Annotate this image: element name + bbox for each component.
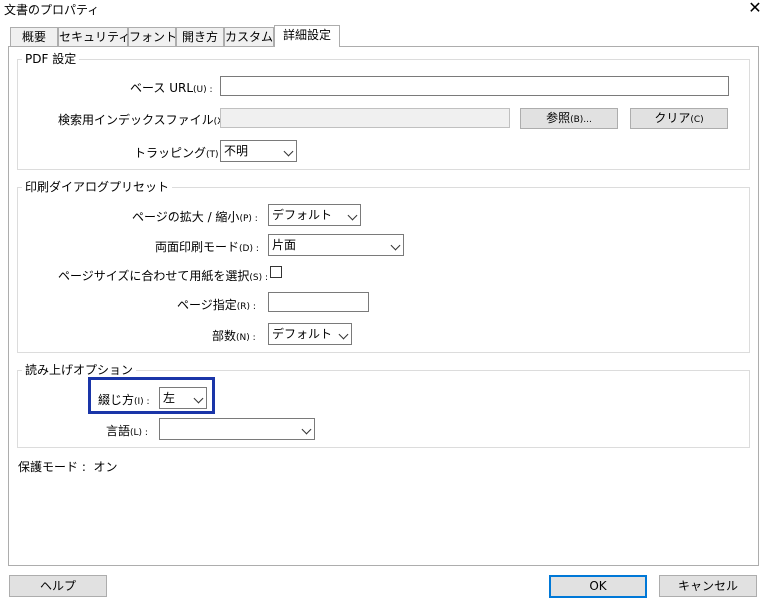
binding-value: 左 xyxy=(163,391,176,405)
language-select[interactable] xyxy=(159,418,315,440)
help-button[interactable]: ヘルプ xyxy=(9,575,107,597)
chevron-down-icon xyxy=(338,329,349,340)
scaling-label: ページの拡大 / 縮小(P) : xyxy=(132,210,258,224)
tab-initial-view[interactable]: 開き方 xyxy=(176,27,224,46)
title-bar: 文書のプロパティ ✕ xyxy=(0,0,767,22)
tab-advanced[interactable]: 詳細設定 xyxy=(274,25,340,47)
tab-custom[interactable]: カスタム xyxy=(224,27,274,46)
trapping-value: 不明 xyxy=(224,144,249,158)
protected-mode-status: 保護モード : オン xyxy=(18,460,118,474)
binding-select[interactable]: 左 xyxy=(159,387,207,409)
clear-button[interactable]: クリア(C) xyxy=(630,108,728,129)
close-icon[interactable]: ✕ xyxy=(745,0,765,18)
duplex-label: 両面印刷モード(D) : xyxy=(155,240,259,254)
copies-label: 部数(N) : xyxy=(212,329,256,343)
index-file-input xyxy=(220,108,510,128)
tab-summary[interactable]: 概要 xyxy=(10,27,58,46)
paper-source-label: ページサイズに合わせて用紙を選択(S) : xyxy=(58,269,269,283)
chevron-down-icon xyxy=(390,240,401,251)
chevron-down-icon xyxy=(301,424,312,435)
binding-label: 綴じ方(I) : xyxy=(98,393,150,407)
language-label: 言語(L) : xyxy=(106,424,148,438)
tab-security[interactable]: セキュリティ xyxy=(58,27,130,46)
index-file-label: 検索用インデックスファイル(X) : xyxy=(58,113,233,127)
chevron-down-icon xyxy=(347,210,358,221)
chevron-down-icon xyxy=(193,393,204,404)
page-range-label: ページ指定(R) : xyxy=(177,298,256,312)
window-title: 文書のプロパティ xyxy=(4,3,100,17)
duplex-select[interactable]: 片面 xyxy=(268,234,404,256)
duplex-value: 片面 xyxy=(272,238,297,252)
tab-fonts[interactable]: フォント xyxy=(128,27,177,46)
paper-source-checkbox[interactable] xyxy=(270,266,282,278)
copies-select[interactable]: デフォルト xyxy=(268,323,352,345)
chevron-down-icon xyxy=(283,146,294,157)
base-url-input[interactable] xyxy=(220,76,729,96)
pdf-settings-label: PDF 設定 xyxy=(22,52,80,66)
scaling-select[interactable]: デフォルト xyxy=(268,204,361,226)
copies-value: デフォルト xyxy=(272,327,333,341)
ok-button[interactable]: OK xyxy=(549,575,647,598)
print-presets-label: 印刷ダイアログプリセット xyxy=(22,180,173,194)
browse-button[interactable]: 参照(B)... xyxy=(520,108,618,129)
trapping-label: トラッピング(T) : xyxy=(134,146,225,160)
page-range-input[interactable] xyxy=(268,292,369,312)
trapping-select[interactable]: 不明 xyxy=(220,140,297,162)
scaling-value: デフォルト xyxy=(272,208,333,222)
cancel-button[interactable]: キャンセル xyxy=(659,575,757,597)
base-url-label: ベース URL(U) : xyxy=(130,81,213,95)
reading-options-label: 読み上げオプション xyxy=(22,363,137,377)
